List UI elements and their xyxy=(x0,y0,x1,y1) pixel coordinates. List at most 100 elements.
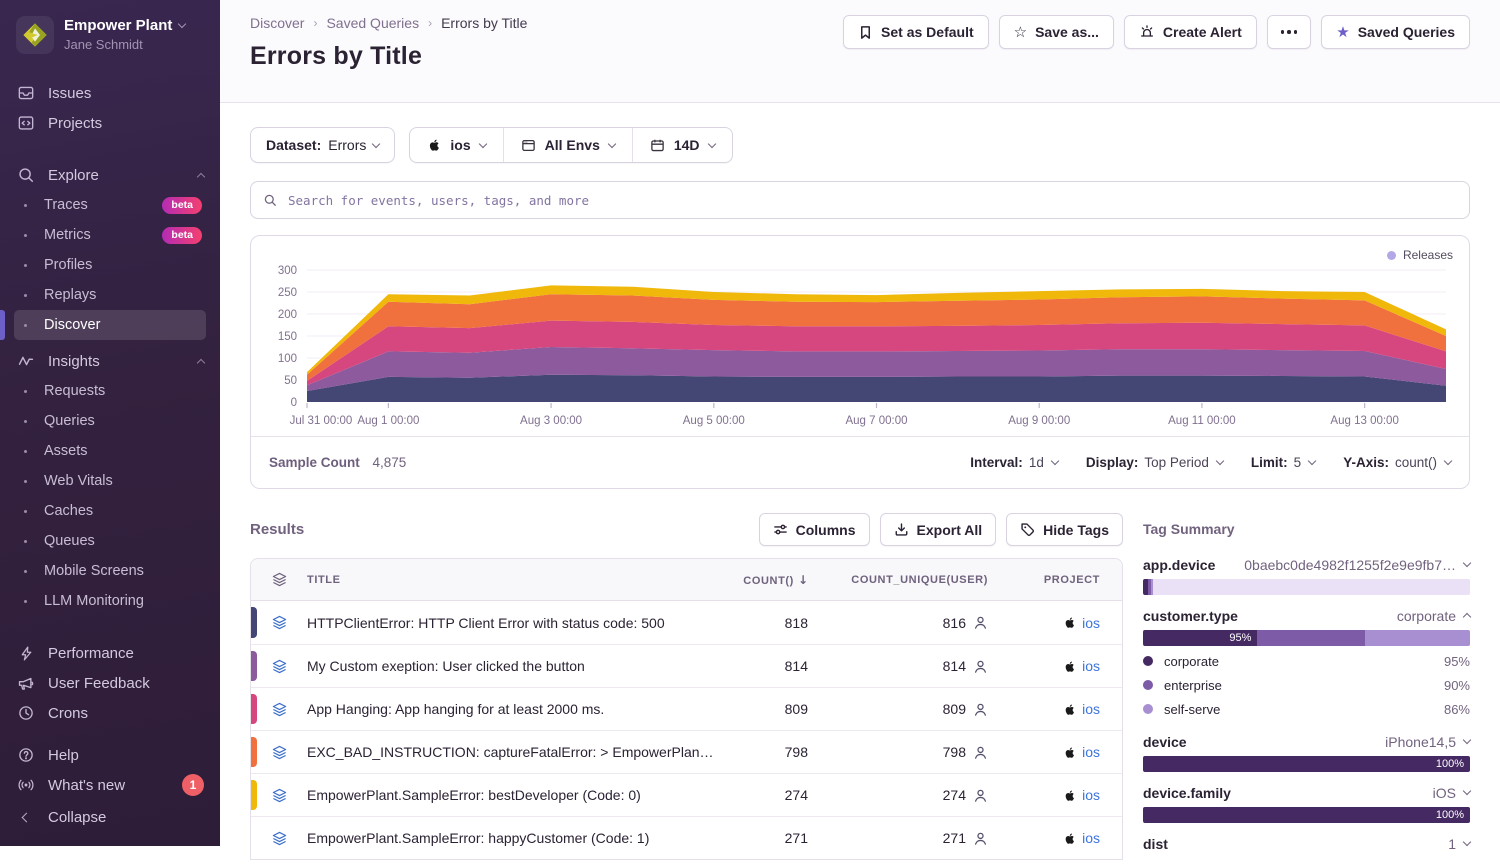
table-row[interactable]: HTTPClientError: HTTP Client Error with … xyxy=(251,601,1122,644)
column-header-count[interactable]: COUNT()↓ xyxy=(714,573,834,587)
legend-label: self-serve xyxy=(1164,702,1444,717)
stack-icon[interactable] xyxy=(251,659,307,674)
sidebar-item-profiles[interactable]: Profiles xyxy=(14,250,206,280)
sidebar-item-projects[interactable]: Projects xyxy=(0,108,220,138)
project-link[interactable]: ios xyxy=(1082,615,1100,631)
project-link[interactable]: ios xyxy=(1082,787,1100,803)
date-range-filter[interactable]: 14D xyxy=(632,128,732,162)
saved-queries-button[interactable]: ★ Saved Queries xyxy=(1321,15,1470,49)
y-axis-selector[interactable]: Y-Axis: count() xyxy=(1343,455,1451,470)
tag-distribution-bar[interactable]: 100% xyxy=(1143,756,1470,772)
display-selector[interactable]: Display: Top Period xyxy=(1086,455,1223,470)
org-name: Empower Plant xyxy=(64,17,172,34)
sidebar-collapse-button[interactable]: Collapse xyxy=(0,802,220,832)
tag-header[interactable]: customer.typecorporate xyxy=(1143,607,1470,624)
environment-filter[interactable]: All Envs xyxy=(503,128,632,162)
project-link[interactable]: ios xyxy=(1082,830,1100,846)
stack-icon[interactable] xyxy=(251,788,307,803)
more-options-button[interactable] xyxy=(1267,15,1312,49)
button-label: Columns xyxy=(796,522,856,538)
create-alert-button[interactable]: Create Alert xyxy=(1124,15,1257,49)
stack-icon[interactable] xyxy=(251,702,307,717)
stack-column-icon[interactable] xyxy=(251,572,307,587)
sidebar-item-queues[interactable]: Queues xyxy=(14,526,206,556)
stacked-area-chart[interactable]: 050100150200250300Jul 31 00:00Aug 1 00:0… xyxy=(251,236,1469,436)
chart-footer: Sample Count 4,875 Interval: 1d Display:… xyxy=(251,436,1469,488)
sidebar-item-traces[interactable]: Tracesbeta xyxy=(14,190,206,220)
legend-label: enterprise xyxy=(1164,678,1444,693)
tag-legend-row[interactable]: corporate95% xyxy=(1143,649,1470,673)
chart-legend[interactable]: Releases xyxy=(1387,248,1453,262)
nav-label: Traces xyxy=(44,197,88,213)
results-table: TITLE COUNT()↓ COUNT_UNIQUE(USER) PROJEC… xyxy=(250,558,1123,860)
column-header-count-unique[interactable]: COUNT_UNIQUE(USER) xyxy=(834,574,1014,586)
hide-tags-button[interactable]: Hide Tags xyxy=(1006,513,1123,546)
tag-distribution-bar[interactable]: 100% xyxy=(1143,807,1470,823)
tag-legend-row[interactable]: self-serve86% xyxy=(1143,697,1470,721)
sidebar-item-replays[interactable]: Replays xyxy=(14,280,206,310)
sidebar-item-crons[interactable]: Crons xyxy=(0,698,220,728)
filter-bar: Dataset: Errors ios All Envs 14D xyxy=(250,127,1470,163)
count-unique-number: 798 xyxy=(943,744,966,760)
tag-header[interactable]: device.familyiOS xyxy=(1143,784,1470,801)
tag-header[interactable]: deviceiPhone14,5 xyxy=(1143,733,1470,750)
search-bar[interactable] xyxy=(250,181,1470,219)
event-title: EmpowerPlant.SampleError: bestDeveloper … xyxy=(307,787,714,803)
sidebar-item-requests[interactable]: Requests xyxy=(14,376,206,406)
bullet-dot xyxy=(16,570,34,573)
stack-icon[interactable] xyxy=(251,831,307,846)
sidebar-section-insights[interactable]: Insights xyxy=(0,346,220,376)
sidebar-section-explore[interactable]: Explore xyxy=(0,160,220,190)
chevron-down-icon xyxy=(1444,457,1452,465)
tag-section-app-device: app.device0baebc0de4982f1255f2e9e9fb7… xyxy=(1143,556,1470,595)
table-row[interactable]: EmpowerPlant.SampleError: happyCustomer … xyxy=(251,816,1122,859)
stack-icon[interactable] xyxy=(251,745,307,760)
org-switcher[interactable]: Empower Plant Jane Schmidt xyxy=(0,14,220,66)
breadcrumb-saved-queries[interactable]: Saved Queries xyxy=(326,15,419,31)
tag-distribution-bar[interactable]: 95% xyxy=(1143,630,1470,646)
project-filter[interactable]: ios xyxy=(410,128,502,162)
project-link[interactable]: ios xyxy=(1082,658,1100,674)
search-input[interactable] xyxy=(286,192,1457,209)
sidebar-item-issues[interactable]: Issues xyxy=(0,78,220,108)
tag-header[interactable]: app.device0baebc0de4982f1255f2e9e9fb7… xyxy=(1143,556,1470,573)
set-as-default-button[interactable]: Set as Default xyxy=(843,15,989,49)
stack-icon xyxy=(272,831,287,846)
sidebar-item-caches[interactable]: Caches xyxy=(14,496,206,526)
tag-legend-row[interactable]: enterprise90% xyxy=(1143,673,1470,697)
interval-selector[interactable]: Interval: 1d xyxy=(970,455,1058,470)
project-link[interactable]: ios xyxy=(1082,701,1100,717)
save-as-button[interactable]: ☆ Save as... xyxy=(999,15,1114,49)
results-section: Results Columns Export All Hide Tags xyxy=(250,513,1123,860)
svg-text:Aug 9 00:00: Aug 9 00:00 xyxy=(1008,415,1070,427)
project-link[interactable]: ios xyxy=(1082,744,1100,760)
column-header-title[interactable]: TITLE xyxy=(307,574,714,586)
columns-button[interactable]: Columns xyxy=(759,513,870,546)
sidebar-item-help[interactable]: Help xyxy=(0,740,220,770)
sidebar-item-mobile-screens[interactable]: Mobile Screens xyxy=(14,556,206,586)
export-all-button[interactable]: Export All xyxy=(880,513,997,546)
table-row[interactable]: EmpowerPlant.SampleError: bestDeveloper … xyxy=(251,773,1122,816)
table-row[interactable]: My Custom exeption: User clicked the but… xyxy=(251,644,1122,687)
breadcrumb-discover[interactable]: Discover xyxy=(250,15,304,31)
svg-text:Aug 1 00:00: Aug 1 00:00 xyxy=(357,415,419,427)
table-row[interactable]: App Hanging: App hanging for at least 20… xyxy=(251,687,1122,730)
sidebar-item-queries[interactable]: Queries xyxy=(14,406,206,436)
beta-badge: beta xyxy=(162,227,202,244)
sidebar-item-performance[interactable]: Performance xyxy=(0,638,220,668)
sidebar-item-web-vitals[interactable]: Web Vitals xyxy=(14,466,206,496)
tag-header[interactable]: dist1 xyxy=(1143,835,1470,852)
dataset-selector[interactable]: Dataset: Errors xyxy=(250,127,395,163)
sidebar-item-assets[interactable]: Assets xyxy=(14,436,206,466)
limit-selector[interactable]: Limit: 5 xyxy=(1251,455,1315,470)
table-body: HTTPClientError: HTTP Client Error with … xyxy=(251,601,1122,859)
column-header-project[interactable]: PROJECT xyxy=(1014,574,1122,586)
stack-icon[interactable] xyxy=(251,615,307,630)
sidebar-item-discover[interactable]: Discover xyxy=(14,310,206,340)
sidebar-item-metrics[interactable]: Metricsbeta xyxy=(14,220,206,250)
sidebar-item-whats-new[interactable]: What's new 1 xyxy=(0,770,220,800)
table-row[interactable]: EXC_BAD_INSTRUCTION: captureFatalError: … xyxy=(251,730,1122,773)
sidebar-item-user-feedback[interactable]: User Feedback xyxy=(0,668,220,698)
tag-distribution-bar[interactable] xyxy=(1143,579,1470,595)
sidebar-item-llm-monitoring[interactable]: LLM Monitoring xyxy=(14,586,206,616)
